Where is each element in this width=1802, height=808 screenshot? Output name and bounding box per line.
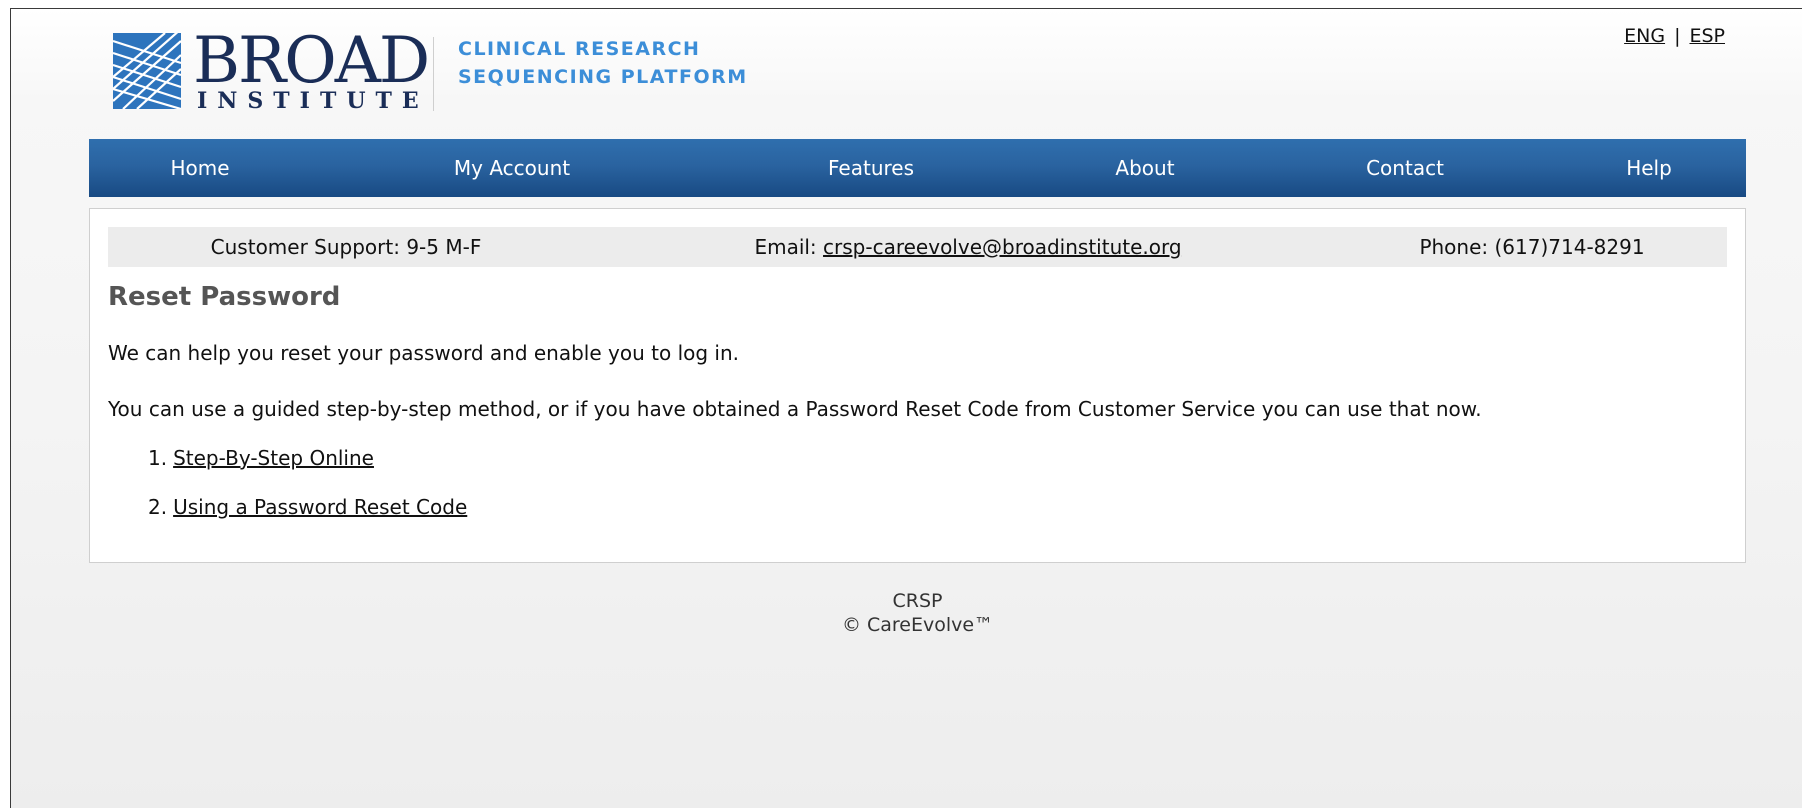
support-email-label: Email: <box>754 235 817 259</box>
main-navigation: Home My Account Features About Contact H… <box>89 139 1746 197</box>
platform-tagline: CLINICAL RESEARCH SEQUENCING PLATFORM <box>458 35 748 91</box>
logo-sub-wordmark: INSTITUTE <box>197 88 429 114</box>
language-eng-link[interactable]: ENG <box>1624 25 1665 47</box>
language-separator: | <box>1674 25 1681 47</box>
reset-option-item: 2. Using a Password Reset Code <box>148 493 467 521</box>
step-by-step-online-link[interactable]: Step-By-Step Online <box>173 446 374 470</box>
support-hours: Customer Support: 9-5 M-F <box>210 235 482 259</box>
language-switcher: ENG | ESP <box>1624 25 1725 47</box>
page-footer: CRSP © CareEvolve™ <box>89 589 1746 637</box>
description-text: You can use a guided step-by-step method… <box>108 397 1482 421</box>
reset-option-item: 1. Step-By-Step Online <box>148 444 374 472</box>
footer-copyright: © CareEvolve™ <box>841 614 994 636</box>
tagline-line-1: CLINICAL RESEARCH <box>458 38 701 60</box>
support-phone: Phone: (617)714-8291 <box>1419 235 1645 259</box>
intro-text: We can help you reset your password and … <box>108 341 740 365</box>
nav-features[interactable]: Features <box>828 139 914 197</box>
nav-about[interactable]: About <box>1115 139 1174 197</box>
nav-contact[interactable]: Contact <box>1366 139 1444 197</box>
footer-product-name: CRSP <box>892 590 943 612</box>
broad-institute-logo[interactable]: BROAD INSTITUTE <box>113 29 430 113</box>
language-esp-link[interactable]: ESP <box>1689 25 1725 47</box>
password-reset-code-link[interactable]: Using a Password Reset Code <box>173 495 467 519</box>
page-frame: BROAD INSTITUTE CLINICAL RESEARCH SEQUEN… <box>10 8 1802 808</box>
option-number: 1. <box>148 446 168 470</box>
logo-wordmark: BROAD <box>193 24 430 98</box>
nav-help[interactable]: Help <box>1626 139 1672 197</box>
option-number: 2. <box>148 495 168 519</box>
nav-my-account[interactable]: My Account <box>454 139 570 197</box>
page-title: Reset Password <box>108 282 341 312</box>
tagline-line-2: SEQUENCING PLATFORM <box>458 66 748 88</box>
content-panel: Customer Support: 9-5 M-F Email: crsp-ca… <box>89 208 1746 563</box>
customer-support-bar: Customer Support: 9-5 M-F Email: crsp-ca… <box>108 227 1727 267</box>
support-email-link[interactable]: crsp-careevolve@broadinstitute.org <box>823 235 1182 259</box>
broad-logo-mark-icon <box>113 33 181 109</box>
logo-divider <box>433 37 434 111</box>
support-email: Email: crsp-careevolve@broadinstitute.or… <box>754 227 1181 267</box>
nav-home[interactable]: Home <box>170 139 229 197</box>
